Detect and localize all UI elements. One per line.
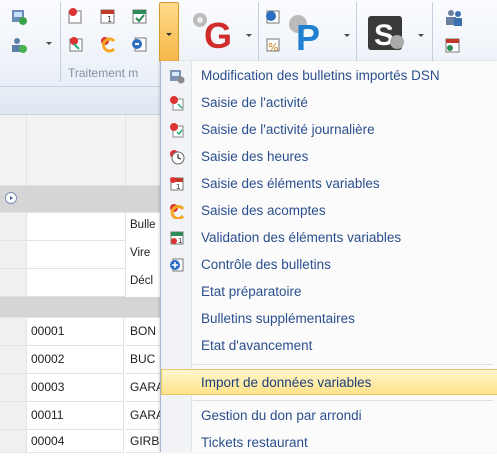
chevron-down-icon: [166, 33, 172, 36]
menu-item-validation-elements-variables[interactable]: 1 Validation des éléments variables: [161, 225, 497, 252]
variable-elements-icon: 1: [100, 9, 115, 24]
svg-text:1: 1: [178, 237, 182, 245]
table-row-code[interactable]: 00011: [27, 402, 124, 430]
user-group-icon: [446, 10, 462, 26]
daily-activity-icon: [170, 123, 184, 138]
menu-item-import-donnees-variables[interactable]: Import de données variables: [161, 369, 497, 395]
ribbon-button-p[interactable]: % P: [262, 4, 352, 60]
ribbon-button-s[interactable]: S: [362, 4, 426, 60]
svg-text:G: G: [204, 15, 232, 54]
menu-item-gestion-don-arrondi[interactable]: Gestion du don par arrondi: [161, 403, 497, 430]
calendar-validate-icon: [445, 38, 460, 53]
table-row-code[interactable]: 00003: [27, 374, 124, 402]
svg-text:P: P: [296, 17, 320, 56]
ribbon-button-advance[interactable]: [96, 32, 120, 56]
menu-item-saisie-heures[interactable]: Saisie des heures: [161, 144, 497, 171]
bulletin-check-icon: [132, 37, 147, 52]
table-row-code[interactable]: 00002: [27, 346, 124, 374]
grid-group-row[interactable]: [0, 186, 160, 213]
table-row-name[interactable]: GARA: [126, 402, 164, 430]
ribbon-button-users[interactable]: [440, 4, 497, 60]
p-logo-icon: P: [289, 15, 320, 56]
ribbon-button-validate[interactable]: [128, 4, 152, 28]
svg-text:1: 1: [107, 15, 112, 24]
chevron-down-icon: [46, 42, 52, 45]
table-row-name[interactable]: GARA: [126, 374, 164, 402]
menu-item-etat-preparatoire[interactable]: Etat préparatoire: [161, 279, 497, 306]
table-row-name[interactable]: GIRB: [126, 430, 160, 453]
grid-header-rowhdr: [0, 115, 27, 186]
hours-clock-icon: [170, 150, 185, 165]
s-gear-icon: S: [368, 16, 404, 52]
ribbon-button-g[interactable]: G: [190, 4, 254, 60]
ribbon-group-label: Traitement m: [68, 66, 139, 80]
chevron-down-icon: [246, 34, 252, 37]
menu-item-saisie-acomptes[interactable]: Saisie des acomptes: [161, 198, 497, 225]
menu-separator: [193, 364, 493, 365]
table-row-code[interactable]: 00001: [27, 318, 124, 346]
dsn-import-icon: [12, 10, 27, 25]
menu-item-saisie-activite[interactable]: Saisie de l'activité: [161, 90, 497, 117]
activity-entry-icon: [68, 8, 82, 24]
table-row-name[interactable]: BON: [126, 318, 160, 346]
hours-entry-icon: [69, 37, 83, 52]
advance-payment-icon: [101, 37, 116, 53]
ribbon-button-hours[interactable]: [64, 32, 88, 56]
menu-item-saisie-activite-journaliere[interactable]: Saisie de l'activité journalière: [161, 117, 497, 144]
ribbon-dropdown-traitement[interactable]: [159, 2, 179, 62]
svg-text:S: S: [374, 19, 394, 52]
advance-payment-icon: [170, 204, 185, 219]
menu-item-saisie-elements-variables[interactable]: 1 Saisie des éléments variables: [161, 171, 497, 198]
traitement-dropdown-menu: Modification des bulletins importés DSN …: [160, 61, 497, 452]
grid-cell-name[interactable]: Vire: [130, 247, 160, 267]
bulletin-check-icon: [170, 258, 184, 272]
ribbon-button-activity[interactable]: [64, 4, 88, 28]
dsn-modify-icon: [170, 70, 185, 84]
variable-elements-icon: 1: [170, 177, 184, 191]
validation-icon: 1: [170, 231, 184, 245]
percent-icon: %: [266, 38, 280, 54]
grid-cell-name[interactable]: Bulle: [130, 219, 160, 239]
data-grid: Bulle Vire Décl 00001 BON 00002 BUC 0000…: [0, 115, 164, 453]
calendar-validate-icon: [132, 9, 147, 24]
menu-item-bulletins-supplementaires[interactable]: Bulletins supplémentaires: [161, 306, 497, 333]
grid-group-row[interactable]: [0, 297, 160, 318]
grid-cell-name[interactable]: Décl: [130, 275, 160, 295]
chevron-down-icon: [418, 34, 424, 37]
activity-entry-icon: [170, 96, 184, 111]
table-row-code[interactable]: 00004: [27, 430, 124, 453]
svg-text:1: 1: [176, 183, 180, 191]
menu-separator: [193, 400, 493, 401]
table-row-name[interactable]: BUC: [126, 346, 160, 374]
svg-text:%: %: [268, 41, 278, 54]
ribbon-button-dsn[interactable]: [4, 4, 56, 60]
menu-item-controle-bulletins[interactable]: Contrôle des bulletins: [161, 252, 497, 279]
menu-item-modification-dsn[interactable]: Modification des bulletins importés DSN: [161, 63, 497, 90]
grid-header-col2: [126, 115, 161, 186]
user-settings-icon: [12, 38, 27, 53]
grid-header-col1: [27, 115, 126, 186]
expand-icon[interactable]: [5, 192, 17, 204]
chevron-down-icon: [344, 34, 350, 37]
g-logo-icon: G: [204, 15, 232, 54]
ribbon-button-variable[interactable]: 1: [96, 4, 120, 28]
exchange-icon: [266, 10, 280, 24]
menu-item-etat-avancement[interactable]: Etat d'avancement: [161, 333, 497, 360]
menu-item-tickets-restaurant[interactable]: Tickets restaurant: [161, 430, 497, 457]
ribbon-button-check[interactable]: [128, 32, 152, 56]
